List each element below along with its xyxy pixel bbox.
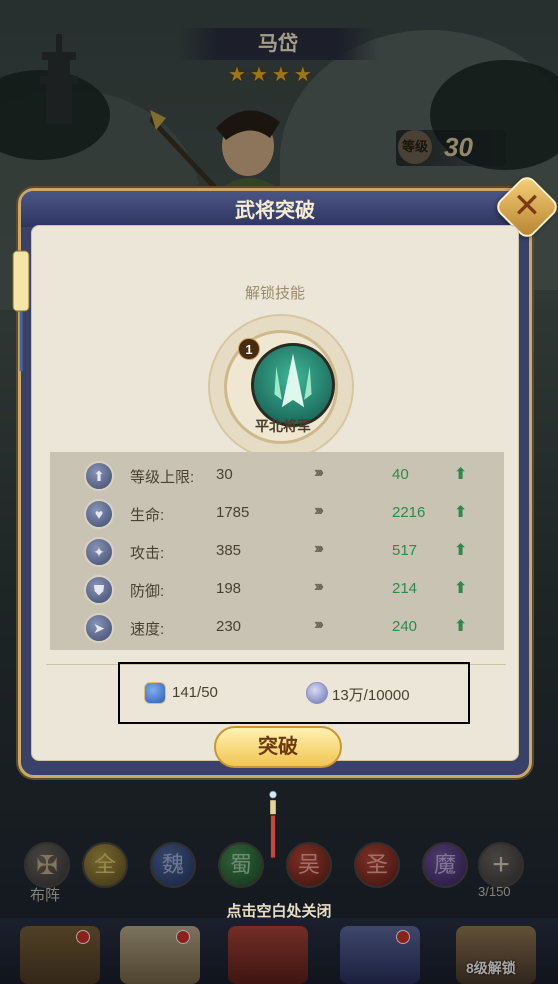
skill-icon[interactable] [251,343,335,427]
stat-name: 攻击: [130,545,165,562]
skill-badge: 1 [238,338,260,360]
spear-skill-icon [274,353,312,408]
silver-cost: 13万/10000 [332,687,410,704]
lantern-icon [12,250,30,371]
skill-frame: 1 平北将军 [208,314,354,460]
stat-old-value: 30 [216,466,233,483]
dialog-body: 解锁技能 1 平北将军 ⬆ 等级上限: 30 ››› 40 ⬆ ♥ 生命: 17… [31,225,519,768]
stat-row: ➤ 速度: 230 ››› 240 ⬆ [50,608,504,646]
speed-icon: ➤ [84,613,114,643]
attack-icon: ✦ [84,537,114,567]
arrow-icon: ››› [314,578,324,595]
increase-arrow-icon: ⬆ [454,466,468,483]
arrow-icon: ››› [314,540,324,557]
increase-arrow-icon: ⬆ [454,580,468,597]
stat-row: ⛊ 防御: 198 ››› 214 ⬆ [50,570,504,608]
silver-coin-icon [306,682,328,704]
close-icon: ✕ [512,187,542,225]
increase-arrow-icon: ⬆ [454,618,468,635]
stat-name: 等级上限: [130,469,195,486]
stat-name: 防御: [130,583,165,600]
cost-panel: 141/50 13万/10000 [118,662,470,724]
hero-breakthrough-dialog: 武将突破 ✕ 解锁技能 1 平北将军 ⬆ 等级上限: 30 ››› 40 ⬆ ♥… [12,173,558,778]
stat-row: ♥ 生命: 1785 ››› 2216 ⬆ [50,494,504,532]
arrow-icon: ››› [314,464,324,481]
stat-new-value: 517 [392,542,418,559]
arrow-icon: ››› [314,502,324,519]
stat-old-value: 230 [216,618,242,635]
stat-old-value: 198 [216,580,242,597]
close-hint: 点击空白处关闭 [226,903,332,920]
skill-name: 平北将军 [255,418,311,434]
material-cost: 141/50 [172,684,218,701]
stat-new-value: 240 [392,618,418,635]
stat-new-value: 214 [392,580,418,597]
stat-row: ✦ 攻击: 385 ››› 517 ⬆ [50,532,504,570]
stat-old-value: 385 [216,542,242,559]
stats-table: ⬆ 等级上限: 30 ››› 40 ⬆ ♥ 生命: 1785 ››› 2216 … [50,452,504,650]
breakthrough-button[interactable]: 突破 [214,726,342,768]
level-cap-icon: ⬆ [84,461,114,491]
stat-row: ⬆ 等级上限: 30 ››› 40 ⬆ [50,456,504,494]
stat-name: 速度: [130,621,165,638]
increase-arrow-icon: ⬆ [454,504,468,521]
stat-new-value: 2216 [392,504,426,521]
stat-new-value: 40 [392,466,409,483]
dialog-title: 武将突破 [235,200,315,222]
defense-icon: ⛊ [84,575,114,605]
stat-old-value: 1785 [216,504,250,521]
dialog-header: 武将突破 [21,191,529,227]
arrow-icon: ››› [314,616,324,633]
increase-arrow-icon: ⬆ [454,542,468,559]
tassel-pendant-icon [269,790,277,858]
breakthrough-stone-icon [144,682,166,704]
stat-name: 生命: [130,507,165,524]
hp-icon: ♥ [84,499,114,529]
unlock-skill-label: 解锁技能 [244,285,305,302]
